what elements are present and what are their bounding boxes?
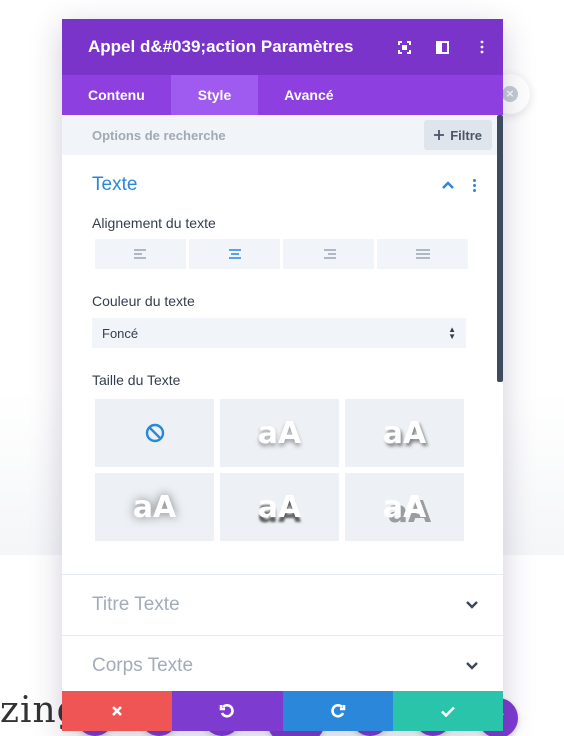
- redo-icon: [330, 704, 345, 718]
- modal-tabs: Contenu Style Avancé: [62, 75, 503, 115]
- align-right-button[interactable]: [283, 239, 374, 269]
- close-icon: [112, 706, 123, 716]
- align-left-button[interactable]: [95, 239, 186, 269]
- modal-title: Appel d&#039;action Paramètres: [88, 37, 354, 56]
- chevron-up-icon[interactable]: [439, 176, 457, 194]
- check-icon: [440, 706, 455, 717]
- save-button[interactable]: [392, 691, 503, 731]
- preset-sample-text: aA: [382, 489, 427, 525]
- text-color-select[interactable]: Foncé ▲ ▼: [92, 318, 466, 348]
- more-options-button[interactable]: [461, 19, 503, 75]
- tab-style[interactable]: Style: [170, 75, 259, 115]
- tab-avance[interactable]: Avancé: [258, 75, 359, 115]
- text-section-header[interactable]: Texte: [62, 155, 503, 215]
- text-section: Texte Alignement du texte Couleur du tex…: [62, 155, 503, 541]
- preset-sample-text: aA: [382, 415, 427, 451]
- align-center-button[interactable]: [189, 239, 280, 269]
- more-vertical-icon: [480, 40, 484, 54]
- discard-button[interactable]: [62, 691, 173, 731]
- settings-modal: Appel d&#039;action Paramètres Contenu S…: [62, 19, 503, 731]
- align-justify-icon: [415, 249, 430, 259]
- close-icon: ×: [502, 86, 518, 102]
- align-left-icon: [133, 249, 146, 259]
- alignment-options: [62, 239, 503, 269]
- align-right-icon: [323, 249, 336, 259]
- options-search-bar: Options de recherche Filtre: [62, 115, 503, 155]
- no-style-icon: [145, 423, 164, 443]
- expand-icon: [397, 40, 411, 54]
- filter-button[interactable]: Filtre: [424, 120, 492, 150]
- section-menu-icon[interactable]: [467, 178, 481, 192]
- text-color-label: Couleur du texte: [92, 293, 195, 309]
- preset-button[interactable]: aA: [345, 473, 464, 541]
- preset-button[interactable]: aA: [220, 399, 339, 467]
- titre-texte-section-header[interactable]: Titre Texte: [62, 575, 503, 635]
- chevron-down-icon[interactable]: [463, 657, 481, 675]
- text-shadow-presets: aA aA aA aA aA: [62, 399, 503, 541]
- preset-sample-text: aA: [257, 415, 302, 451]
- section-title: Corps Texte: [92, 655, 194, 676]
- preset-button[interactable]: aA: [220, 473, 339, 541]
- section-title: Texte: [92, 174, 138, 195]
- preset-button[interactable]: aA: [95, 473, 214, 541]
- text-color-value: Foncé: [102, 325, 139, 341]
- modal-header: Appel d&#039;action Paramètres: [62, 19, 503, 75]
- expand-button[interactable]: [385, 19, 423, 75]
- alignment-label: Alignement du texte: [92, 215, 216, 231]
- modal-footer: [62, 691, 503, 731]
- search-input[interactable]: Options de recherche: [92, 128, 424, 143]
- undo-button[interactable]: [172, 691, 283, 731]
- align-justify-button[interactable]: [377, 239, 468, 269]
- preset-sample-text: aA: [132, 489, 177, 525]
- section-title: Titre Texte: [92, 594, 180, 615]
- split-view-button[interactable]: [423, 19, 461, 75]
- filter-label: Filtre: [450, 127, 482, 143]
- preset-sample-text: aA: [257, 489, 302, 525]
- text-size-label: Taille du Texte: [92, 372, 181, 388]
- align-center-icon: [228, 249, 241, 259]
- corps-texte-section-header[interactable]: Corps Texte: [62, 636, 503, 696]
- tab-contenu[interactable]: Contenu: [62, 75, 171, 115]
- split-view-icon: [435, 40, 449, 54]
- undo-icon: [220, 704, 235, 718]
- chevron-down-icon[interactable]: [463, 596, 481, 614]
- plus-icon: [434, 130, 445, 140]
- redo-button[interactable]: [282, 691, 393, 731]
- preset-button[interactable]: aA: [345, 399, 464, 467]
- preset-none-button[interactable]: [95, 399, 214, 467]
- select-arrows-icon: ▲ ▼: [448, 325, 456, 341]
